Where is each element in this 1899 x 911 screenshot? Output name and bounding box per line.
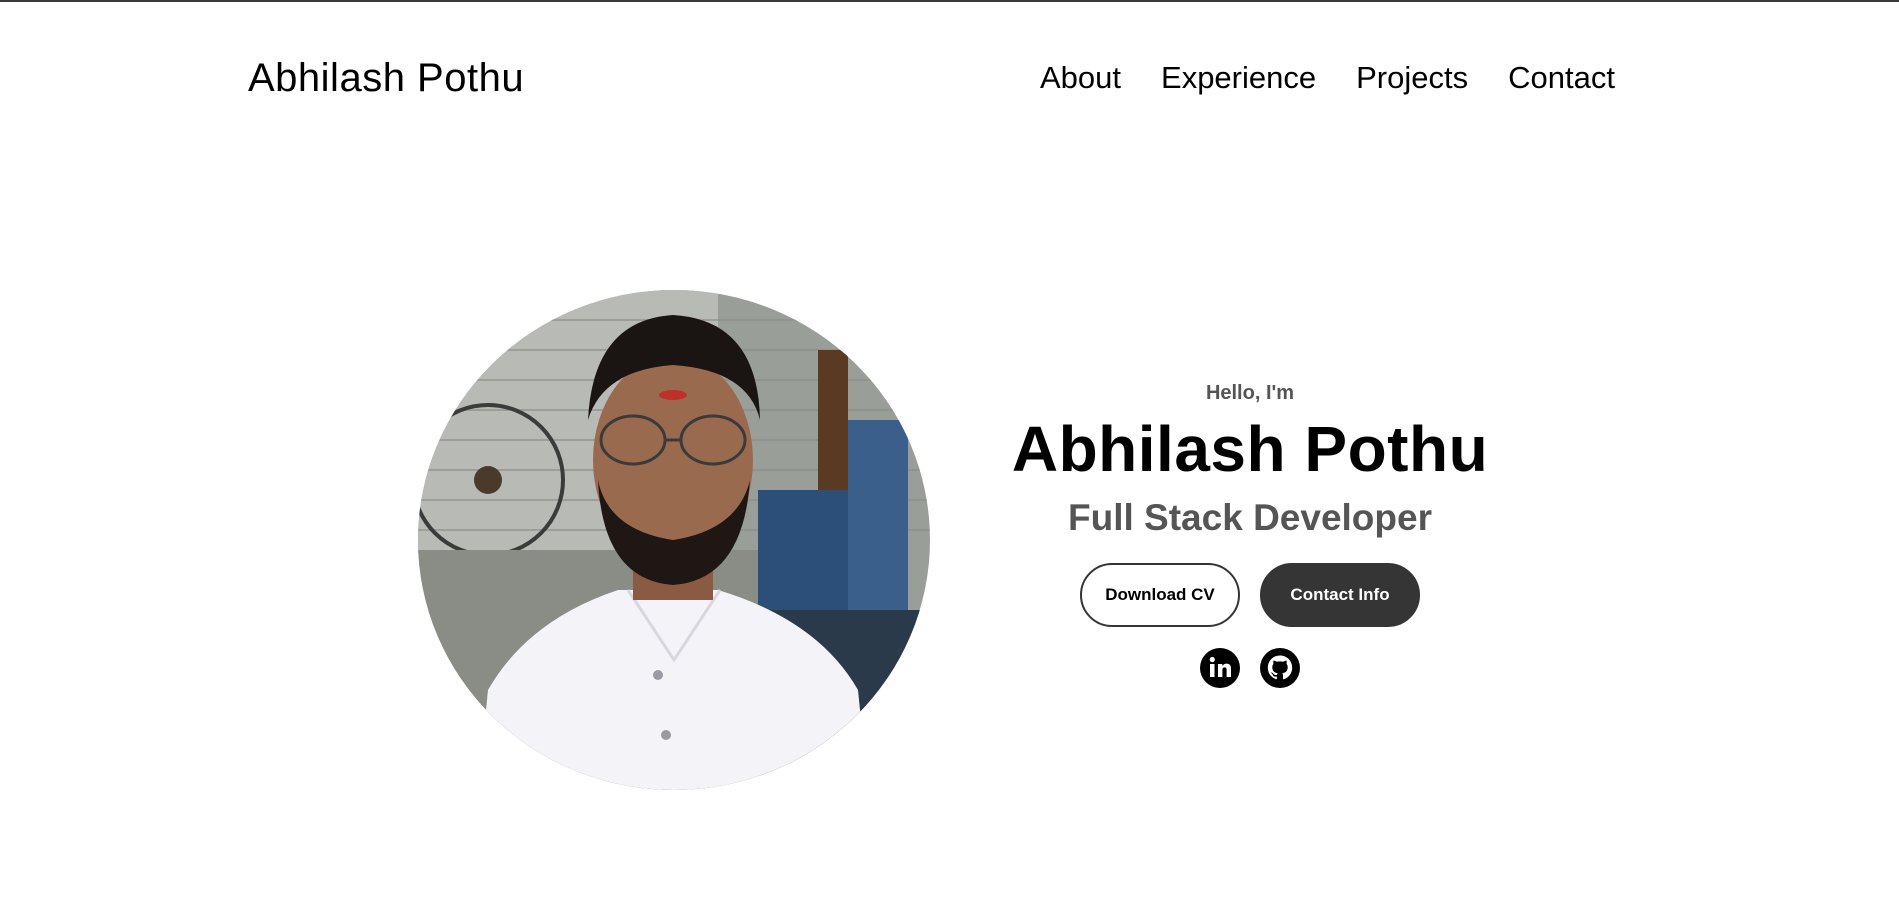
- top-border-line: [0, 0, 1899, 2]
- hero-intro: Hello, I'm Abhilash Pothu Full Stack Dev…: [980, 382, 1520, 689]
- profile-photo-illustration: [418, 290, 930, 790]
- profile-photo: [418, 290, 930, 790]
- greeting-text: Hello, I'm: [1205, 382, 1295, 404]
- download-cv-button[interactable]: Download CV: [1080, 562, 1240, 627]
- site-brand[interactable]: Abhilash Pothu: [248, 56, 524, 101]
- hero-role: Full Stack Developer: [1068, 496, 1432, 538]
- hero-buttons: Download CV Contact Info: [980, 562, 1520, 627]
- contact-info-button[interactable]: Contact Info: [1260, 562, 1420, 627]
- linkedin-icon[interactable]: [1199, 647, 1241, 689]
- nav-link-projects[interactable]: Projects: [1356, 60, 1468, 96]
- nav-link-contact[interactable]: Contact: [1508, 60, 1615, 96]
- nav-link-experience[interactable]: Experience: [1161, 60, 1316, 96]
- social-links: [980, 647, 1520, 689]
- hero-name: Abhilash Pothu: [1011, 413, 1489, 485]
- nav-link-about[interactable]: About: [1040, 60, 1121, 96]
- github-icon[interactable]: [1259, 647, 1301, 689]
- main-nav: About Experience Projects Contact: [1040, 60, 1615, 96]
